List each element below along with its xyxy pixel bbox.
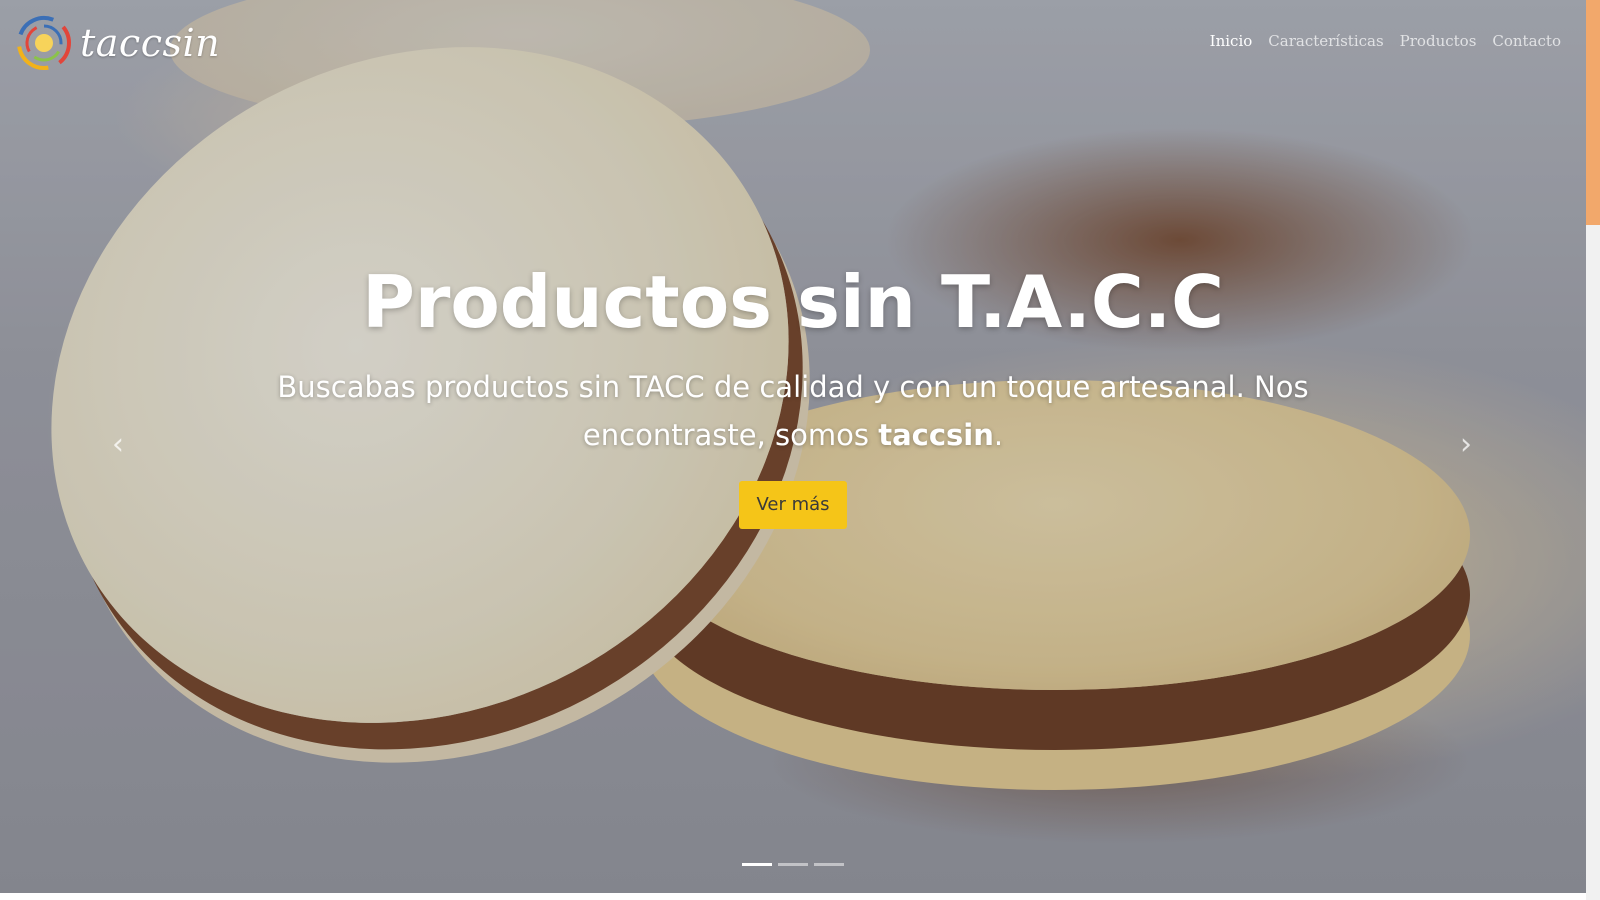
hero-description-end: . <box>993 418 1004 452</box>
navbar: taccsin Inicio Características Productos… <box>0 0 1586 90</box>
chevron-left-icon: ‹ <box>112 427 124 462</box>
page-bottom-strip <box>0 893 1586 900</box>
hero-description-text: Buscabas productos sin TACC de calidad y… <box>277 370 1309 452</box>
chevron-right-icon: › <box>1460 427 1472 462</box>
brand-link[interactable]: taccsin <box>16 14 220 72</box>
carousel-prev-button[interactable]: ‹ <box>98 420 138 470</box>
hero-description: Buscabas productos sin TACC de calidad y… <box>270 363 1316 459</box>
page: Productos sin T.A.C.C Buscabas productos… <box>0 0 1600 900</box>
nav-menu: Inicio Características Productos Contact… <box>1210 32 1561 50</box>
carousel-indicator-1[interactable] <box>742 863 772 866</box>
nav-link-caracteristicas[interactable]: Características <box>1268 32 1383 50</box>
nav-link-productos[interactable]: Productos <box>1400 32 1477 50</box>
hero-carousel: Productos sin T.A.C.C Buscabas productos… <box>0 0 1586 893</box>
hero-caption: Productos sin T.A.C.C Buscabas productos… <box>270 255 1316 529</box>
ver-mas-button[interactable]: Ver más <box>739 481 847 529</box>
carousel-indicator-3[interactable] <box>814 863 844 866</box>
spiral-logo-icon <box>17 16 71 70</box>
brand-name: taccsin <box>80 21 221 65</box>
nav-link-inicio[interactable]: Inicio <box>1210 32 1253 50</box>
hero-title: Productos sin T.A.C.C <box>362 260 1224 344</box>
nav-link-contacto[interactable]: Contacto <box>1492 32 1561 50</box>
carousel-indicators <box>742 863 844 866</box>
hero-description-brand: taccsin <box>878 418 994 452</box>
carousel-next-button[interactable]: › <box>1446 420 1486 470</box>
scrollbar-thumb[interactable] <box>1586 0 1600 225</box>
scrollbar[interactable] <box>1586 0 1600 900</box>
carousel-indicator-2[interactable] <box>778 863 808 866</box>
